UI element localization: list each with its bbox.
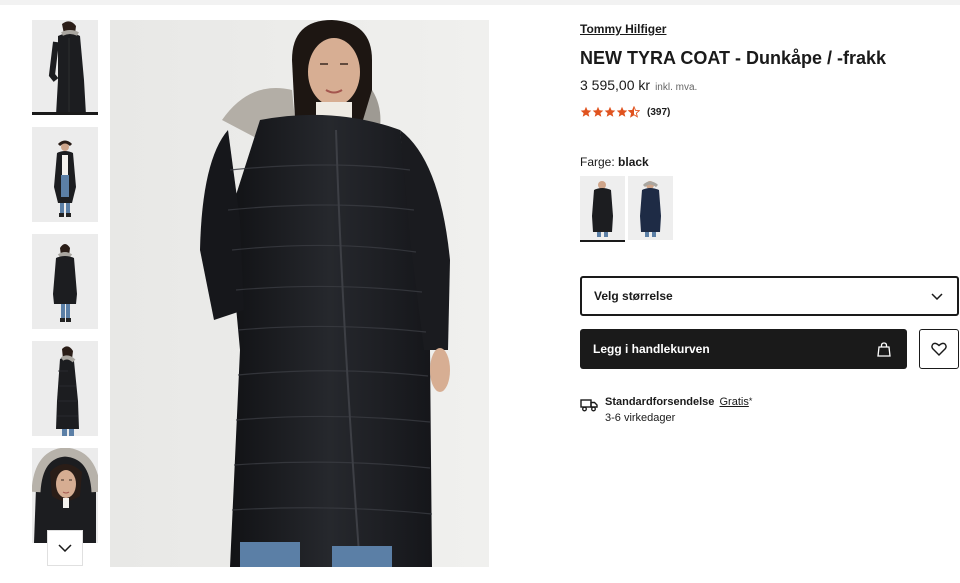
star-icon	[592, 106, 604, 117]
shipping-text: Standardforsendelse Gratis* 3-6 virkedag…	[605, 396, 752, 424]
add-to-cart-button[interactable]: Legg i handlekurven	[580, 329, 907, 369]
wishlist-button[interactable]	[919, 329, 959, 369]
thumbnail-front-view[interactable]	[32, 20, 98, 115]
shipping-title: Standardforsendelse	[605, 396, 715, 408]
star-icon	[604, 106, 616, 117]
star-icon	[616, 106, 628, 117]
shipping-info: Standardforsendelse Gratis* 3-6 virkedag…	[580, 396, 752, 424]
swatch-image	[580, 176, 625, 240]
thumbnail-scroll-down-button[interactable]	[47, 530, 83, 566]
rating-stars	[580, 106, 640, 118]
thumbnail-gallery	[32, 20, 98, 555]
color-swatch-black[interactable]	[580, 176, 625, 242]
rating-count: (397)	[647, 106, 671, 118]
size-select-label: Velg størrelse	[594, 289, 673, 303]
color-label: Farge: black	[580, 155, 649, 169]
product-photo	[110, 20, 489, 567]
chevron-down-icon	[931, 292, 943, 300]
heart-icon	[931, 342, 947, 356]
main-product-image[interactable]	[110, 20, 489, 567]
thumbnail-full-length[interactable]	[32, 127, 98, 222]
size-select[interactable]: Velg størrelse	[580, 276, 959, 316]
star-icon	[580, 106, 592, 117]
shipping-line: Standardforsendelse Gratis*	[605, 396, 752, 408]
thumbnail-image	[32, 234, 98, 329]
brand-link[interactable]: Tommy Hilfiger	[580, 22, 666, 36]
vat-note: inkl. mva.	[655, 82, 698, 93]
rating[interactable]: (397)	[580, 106, 670, 118]
shipping-footnote-mark: *	[748, 396, 753, 406]
thumbnail-image	[32, 341, 98, 436]
truck-icon	[580, 399, 598, 412]
thumbnail-image	[32, 20, 98, 115]
swatch-image	[628, 176, 673, 240]
star-half-icon	[628, 106, 640, 118]
shipping-days: 3-6 virkedager	[605, 412, 676, 424]
thumbnail-image	[32, 127, 98, 222]
add-to-cart-label: Legg i handlekurven	[593, 342, 710, 356]
color-label-text: Farge:	[580, 155, 615, 169]
thumbnail-image	[32, 448, 98, 543]
product-price: 3 595,00 kr	[580, 77, 651, 93]
top-strip	[0, 0, 960, 5]
color-swatches	[580, 176, 676, 242]
chevron-down-icon	[58, 544, 72, 552]
price-row: 3 595,00 kr inkl. mva.	[580, 77, 697, 95]
selected-color: black	[618, 155, 649, 169]
shipping-cost-link[interactable]: Gratis	[719, 396, 748, 408]
shopping-bag-icon	[877, 341, 891, 357]
color-swatch-navy[interactable]	[628, 176, 673, 240]
thumbnail-side-view[interactable]	[32, 341, 98, 436]
product-title: NEW TYRA COAT - Dunkåpe / -frakk	[580, 48, 887, 68]
thumbnail-back-view[interactable]	[32, 234, 98, 329]
thumbnail-hood-closeup[interactable]	[32, 448, 98, 543]
